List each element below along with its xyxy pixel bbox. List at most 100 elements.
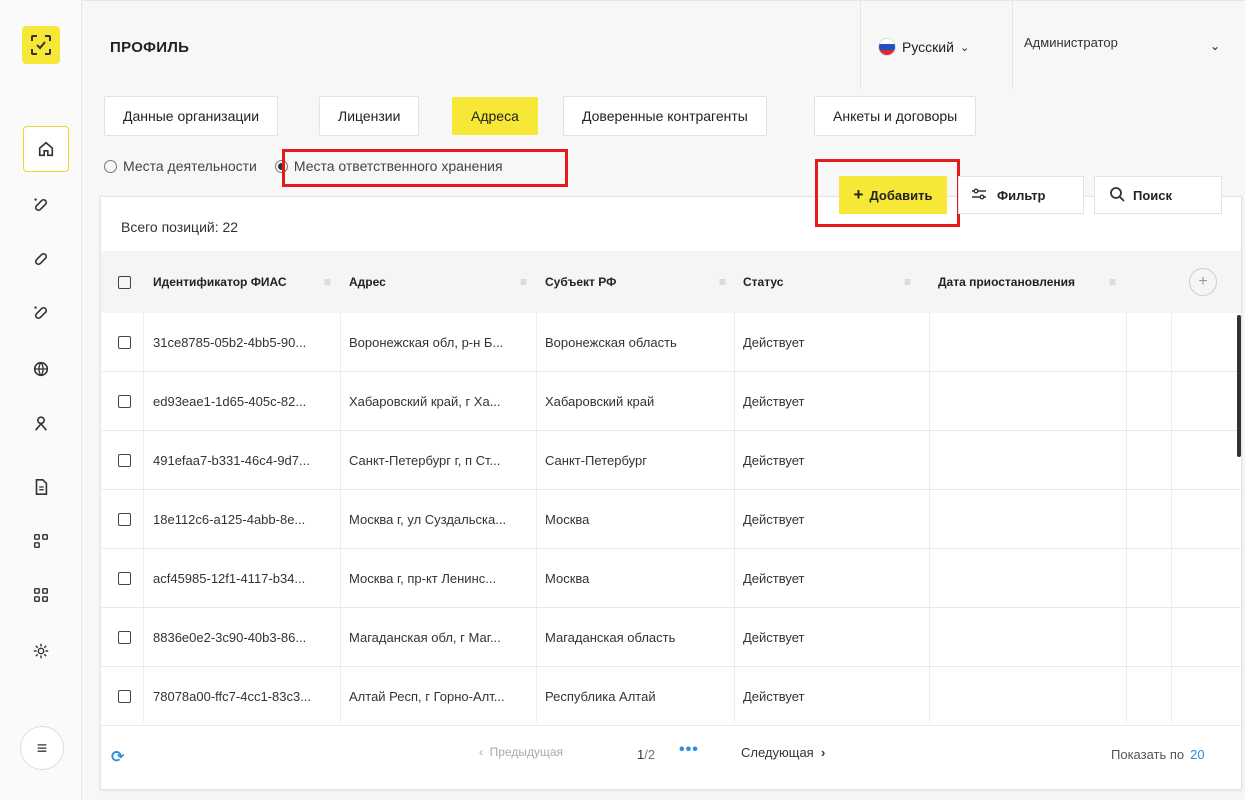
row-checkbox[interactable] [118, 431, 131, 490]
radio-label: Места деятельности [123, 158, 257, 174]
table-cell [938, 490, 1118, 549]
table-cell: 31ce8785-05b2-4bb5-90... [153, 335, 307, 350]
column-header-region[interactable]: Субъект РФ ≡ [545, 251, 738, 313]
table-cell: Магаданская обл, г Маг... [349, 630, 501, 645]
logo-icon [31, 35, 51, 55]
tab-questionnaires[interactable]: Анкеты и договоры [814, 96, 977, 136]
table-cell: 18e112c6-a125-4abb-8e... [153, 512, 306, 527]
sort-icon[interactable]: ≡ [324, 275, 331, 289]
search-button[interactable]: Поиск [1094, 176, 1222, 214]
sort-icon[interactable]: ≡ [1109, 275, 1116, 289]
pill-icon[interactable] [26, 190, 56, 220]
tab-licenses[interactable]: Лицензии [319, 96, 420, 136]
tab-trusted-contractors[interactable]: Доверенные контрагенты [563, 96, 767, 136]
user-icon[interactable] [26, 408, 56, 438]
row-checkbox[interactable] [118, 372, 131, 431]
table-row[interactable]: 8836e0e2-3c90-40b3-86... Магаданская обл,… [101, 608, 1241, 667]
current-page: 1/2 [637, 747, 656, 762]
globe-icon[interactable] [26, 354, 56, 384]
table-cell [938, 313, 1118, 372]
language-label: Русский [902, 39, 954, 55]
table-cell: Алтай Респ, г Горно-Алт... [349, 689, 505, 704]
more-pages-button[interactable]: ••• [679, 741, 699, 759]
column-header-fias[interactable]: Идентификатор ФИАС ≡ [153, 251, 343, 313]
table-row[interactable]: 491efaa7-b331-46c4-9d7... Санкт-Петербург… [101, 431, 1241, 490]
table-footer: ⟳ ‹ Предыдущая 1/2 ••• Следующая › Показ… [101, 723, 1241, 789]
row-checkbox[interactable] [118, 667, 131, 726]
refresh-icon[interactable]: ⟳ [111, 747, 124, 767]
table-cell: Действует [743, 571, 805, 586]
header-divider [1012, 1, 1013, 89]
table-cell: Действует [743, 512, 805, 527]
table-cell: Москва г, ул Суздальска... [349, 512, 507, 527]
home-icon[interactable] [23, 126, 69, 172]
column-header-status[interactable]: Статус ≡ [743, 251, 923, 313]
plus-icon: + [1198, 273, 1208, 290]
chevron-down-icon: ⌄ [959, 41, 970, 54]
table-row[interactable]: acf45985-12f1-4117-b34... Москва г, пр-кт… [101, 549, 1241, 608]
table-cell: Действует [743, 453, 805, 468]
grid-icon[interactable] [26, 580, 56, 610]
tab-addresses[interactable]: Адреса [452, 97, 538, 135]
chevron-right-icon: › [820, 745, 826, 760]
filter-button[interactable]: Фильтр [958, 176, 1084, 214]
language-selector[interactable]: Русский ⌄ [878, 38, 969, 56]
pill-alt-icon[interactable] [26, 298, 56, 328]
radio-activity-places[interactable]: Места деятельности [104, 158, 257, 174]
table-cell: Магаданская область [545, 630, 676, 645]
table-cell: 491efaa7-b331-46c4-9d7... [153, 453, 310, 468]
sort-icon[interactable]: ≡ [904, 275, 911, 289]
table-header: Идентификатор ФИАС ≡ Адрес ≡ Субъект РФ ≡ С… [101, 251, 1241, 313]
table-cell [938, 608, 1118, 667]
table-cell [938, 431, 1118, 490]
add-column-button[interactable]: + [1189, 268, 1217, 296]
table-row[interactable]: ed93eae1-1d65-405c-82... Хабаровский край… [101, 372, 1241, 431]
column-header-address[interactable]: Адрес ≡ [349, 251, 539, 313]
row-checkbox[interactable] [118, 313, 131, 372]
column-header-suspension-date[interactable]: Дата приостановления ≡ [938, 251, 1128, 313]
table-cell: Москва г, пр-кт Ленинс... [349, 571, 497, 586]
prev-page-button[interactable]: ‹ Предыдущая [479, 745, 563, 759]
table-cell [938, 667, 1118, 726]
hamburger-icon: ≡ [36, 737, 48, 758]
sidebar: ≡ [0, 0, 82, 800]
next-page-button[interactable]: Следующая › [741, 745, 825, 760]
header: ПРОФИЛЬ Русский ⌄ Администратор ⌄ [82, 0, 1245, 90]
table-row[interactable]: 31ce8785-05b2-4bb5-90... Воронежская обл,… [101, 313, 1241, 372]
modules-icon[interactable] [26, 526, 56, 556]
table-row[interactable]: 18e112c6-a125-4abb-8e... Москва г, ул Суз… [101, 490, 1241, 549]
document-icon[interactable] [26, 472, 56, 502]
table-cell: 8836e0e2-3c90-40b3-86... [153, 630, 307, 645]
menu-button[interactable]: ≡ [20, 726, 64, 770]
table-row[interactable]: 78078a00-ffc7-4cc1-83c3... Алтай Респ, г … [101, 667, 1241, 726]
page-title: ПРОФИЛЬ [110, 39, 190, 56]
user-name[interactable]: Администратор [1024, 35, 1118, 50]
table-cell: Москва [545, 512, 590, 527]
table-cell: Хабаровский край, г Ха... [349, 394, 501, 409]
select-all-checkbox[interactable] [118, 251, 131, 313]
highlight-box [815, 159, 960, 227]
total-count: Всего позиций: 22 [121, 219, 239, 235]
table-cell [938, 372, 1118, 431]
search-icon [1109, 186, 1125, 205]
table-cell: Воронежская обл, р-н Б... [349, 335, 504, 350]
capsule-icon[interactable] [26, 244, 56, 274]
sort-icon[interactable]: ≡ [719, 275, 726, 289]
page-size-selector[interactable]: Показать по 20 [1111, 747, 1205, 762]
table-cell: Действует [743, 394, 805, 409]
tab-organization-data[interactable]: Данные организации [104, 96, 279, 136]
table-cell: Санкт-Петербург г, п Ст... [349, 453, 501, 468]
row-checkbox[interactable] [118, 608, 131, 667]
table-cell: Республика Алтай [545, 689, 656, 704]
radio-circle[interactable] [104, 159, 117, 173]
logo[interactable] [22, 26, 60, 64]
table-cell: Воронежская область [545, 335, 677, 350]
scrollbar[interactable] [1237, 315, 1241, 457]
table-cell: 78078a00-ffc7-4cc1-83c3... [153, 689, 312, 704]
settings-icon[interactable] [26, 636, 56, 666]
row-checkbox[interactable] [118, 490, 131, 549]
highlight-box [282, 149, 568, 187]
row-checkbox[interactable] [118, 549, 131, 608]
sort-icon[interactable]: ≡ [520, 275, 527, 289]
chevron-down-icon[interactable]: ⌄ [1210, 39, 1220, 53]
